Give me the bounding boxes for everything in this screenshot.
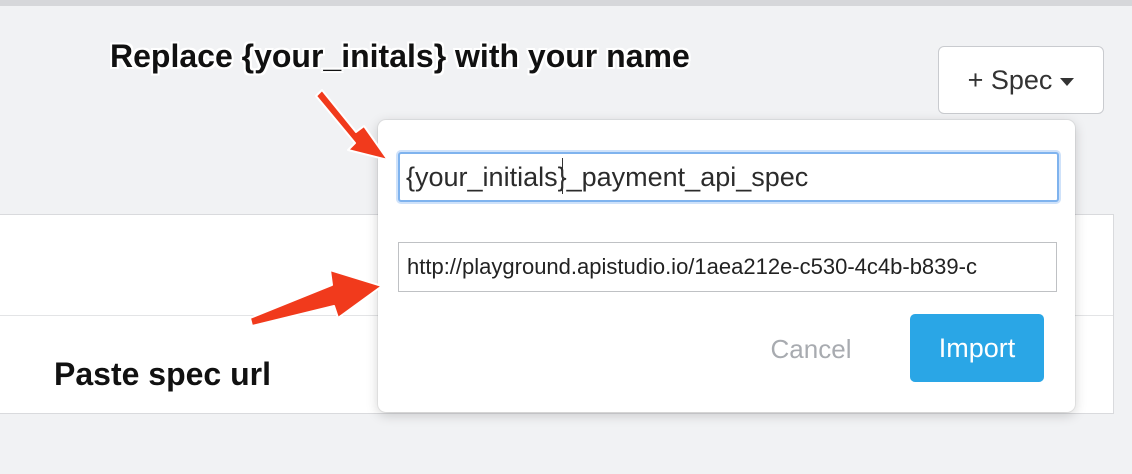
- import-spec-popover: Cancel Import: [378, 120, 1075, 412]
- add-spec-button[interactable]: + Spec: [938, 46, 1104, 114]
- paste-url-annotation: Paste spec url: [54, 356, 271, 392]
- top-border: [0, 0, 1132, 6]
- spec-name-input[interactable]: [398, 152, 1059, 202]
- chevron-down-icon: [1060, 77, 1075, 86]
- text-cursor: [562, 158, 563, 194]
- replace-name-annotation: Replace {your_initals} with your name: [110, 38, 690, 74]
- cancel-button[interactable]: Cancel: [746, 316, 876, 382]
- add-spec-label: + Spec: [967, 64, 1053, 95]
- import-button[interactable]: Import: [910, 314, 1044, 382]
- spec-url-input[interactable]: [398, 242, 1057, 292]
